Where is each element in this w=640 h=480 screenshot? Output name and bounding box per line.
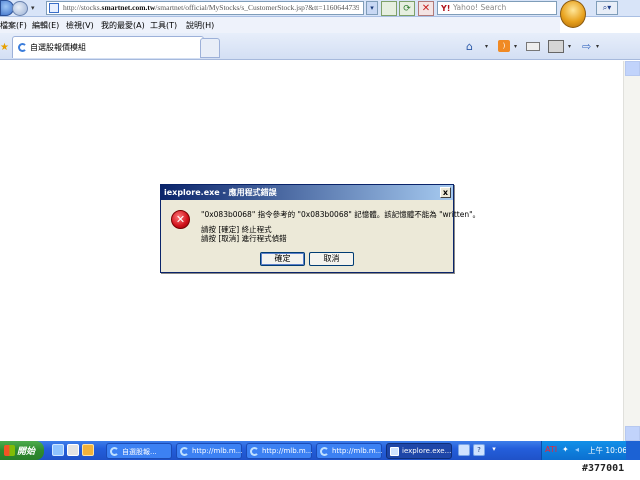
print-chevron-icon[interactable]: ▾ [568,43,571,50]
ie-icon [250,447,259,456]
loading-icon [18,43,27,52]
windows-logo-icon [4,445,15,456]
tab-title: 自選股報價模組 [30,43,86,52]
address-input[interactable]: http://stocks.smartnet.com.tw/smartnet/o… [46,1,364,15]
menu-file[interactable]: 檔案(F) [0,20,27,31]
network-icon[interactable]: ✦ [562,445,569,454]
menu-favorites[interactable]: 我的最愛(A) [101,20,145,31]
dialog-close-button[interactable]: x [440,187,451,198]
yahoo-logo-icon: Y! [441,4,451,13]
compatibility-view-button[interactable] [381,1,397,16]
scroll-up-button[interactable] [625,61,640,76]
help-icon[interactable]: ? [473,444,485,456]
start-button[interactable]: 開始 [0,441,44,460]
tab-bar: ★ 自選股報價模組 ⌂ ▾ ) ▾ ▾ ⇨ ▾ [0,33,640,60]
tab-active[interactable]: 自選股報價模組 [12,36,204,58]
dialog-title-bar[interactable]: iexplore.exe - 應用程式錯誤 x [161,185,453,200]
error-dialog: iexplore.exe - 應用程式錯誤 x ✕ "0x083b0068" 指… [160,184,480,273]
watermark: #377001 [582,463,625,474]
start-label: 開始 [17,447,36,457]
task-label: http://mlb.m... [192,447,243,455]
system-tray: ATI ✦ ◂ 上午 10:06 [541,441,627,460]
address-dropdown-chevron-icon[interactable]: ▾ [366,1,378,15]
print-icon[interactable] [548,40,564,53]
quicklaunch-desktop-icon[interactable] [67,444,79,456]
task-label: iexplore.exe... [402,447,452,455]
ati-icon[interactable]: ATI [545,445,557,454]
task-button[interactable]: 自選股報... [106,443,172,459]
forward-button[interactable] [12,1,28,16]
task-button[interactable]: http://mlb.m... [176,443,242,459]
error-icon: ✕ [171,210,190,229]
ie-icon [180,447,189,456]
vertical-scrollbar[interactable] [623,61,640,441]
dialog-title: iexplore.exe - 應用程式錯誤 [164,188,277,197]
task-label: http://mlb.m... [332,447,383,455]
scroll-down-button[interactable] [625,426,640,441]
search-button[interactable]: ⌕▾ [596,1,618,15]
task-label: http://mlb.m... [262,447,313,455]
error-message: "0x083b0068" 指令參考的 "0x083b0068" 記憶體。該記憶體… [201,210,481,219]
favorites-star-icon[interactable]: ★ [0,42,9,53]
window-icon [390,447,399,456]
taskbar: 開始 自選股報... http://mlb.m... http://mlb.m.… [0,441,640,460]
ie-icon [320,447,329,456]
menu-edit[interactable]: 編輯(E) [32,20,59,31]
stop-button[interactable]: ✕ [418,1,434,16]
recent-pages-chevron-icon[interactable]: ▾ [31,4,39,12]
taskbar-edge [626,441,640,460]
mail-icon[interactable] [526,42,540,51]
task-label: 自選股報... [122,448,157,456]
cancel-instruction: 請按 [取消] 進行程式偵錯 [201,234,287,243]
refresh-button[interactable]: ⟳ [399,1,415,16]
menu-tools[interactable]: 工具(T) [150,20,177,31]
volume-icon[interactable]: ◂ [575,445,579,454]
task-button[interactable]: http://mlb.m... [316,443,382,459]
clock[interactable]: 上午 10:06 [588,445,627,456]
taskbar-chevron-icon[interactable]: ▾ [488,444,500,456]
quicklaunch-ie-icon[interactable] [52,444,64,456]
ok-button[interactable]: 確定 [260,252,305,266]
search-placeholder: Yahoo! Search [453,3,507,12]
menu-help[interactable]: 說明(H) [186,20,214,31]
quicklaunch-media-icon[interactable] [82,444,94,456]
page-menu-icon[interactable]: ⇨ [582,40,591,53]
address-text[interactable]: http://stocks.smartnet.com.tw/smartnet/o… [63,3,359,12]
cancel-button[interactable]: 取消 [309,252,354,266]
feeds-chevron-icon[interactable]: ▾ [514,43,517,50]
language-bar-icon[interactable] [458,444,470,456]
search-input[interactable]: Y! Yahoo! Search [437,1,557,15]
browser-logo-icon [560,0,586,28]
page-chevron-icon[interactable]: ▾ [596,43,599,50]
menu-view[interactable]: 檢視(V) [66,20,94,31]
home-chevron-icon[interactable]: ▾ [485,43,488,50]
home-icon[interactable]: ⌂ [466,40,473,53]
feeds-icon[interactable]: ) [498,40,510,52]
page-icon [49,3,59,13]
screen: ▾ http://stocks.smartnet.com.tw/smartnet… [0,0,640,480]
task-button-active[interactable]: iexplore.exe... [386,443,452,459]
task-button[interactable]: http://mlb.m... [246,443,312,459]
ie-icon [110,447,119,456]
menu-bar: 檔案(F) 編輯(E) 檢視(V) 我的最愛(A) 工具(T) 說明(H) [0,17,560,33]
address-toolbar: ▾ http://stocks.smartnet.com.tw/smartnet… [0,0,640,28]
new-tab-button[interactable] [200,38,220,58]
